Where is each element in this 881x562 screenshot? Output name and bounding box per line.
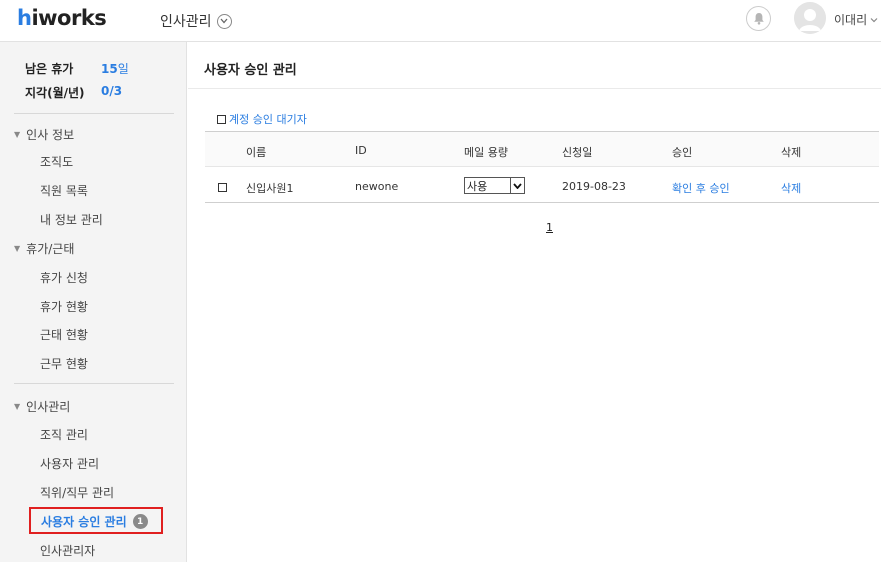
table-header: 이름 ID 메일 용량 신청일 승인 삭제 (205, 132, 879, 167)
sidebar-item-hr-manager[interactable]: 인사관리자 (40, 542, 95, 559)
sidebar-item-label: 사용자 승인 관리 (41, 515, 127, 529)
cell-date: 2019-08-23 (562, 180, 626, 193)
row-checkbox[interactable] (218, 183, 227, 192)
col-header-delete: 삭제 (781, 146, 802, 159)
sidebar-item-org-chart[interactable]: 조직도 (40, 153, 73, 170)
approve-link[interactable]: 확인 후 승인 (672, 180, 730, 196)
section-hr-admin[interactable]: ▼ 인사관리 (14, 398, 70, 415)
app-menu[interactable]: 인사관리 (160, 11, 232, 31)
page-title: 사용자 승인 관리 (204, 63, 297, 78)
col-header-name: 이름 (246, 146, 267, 159)
remaining-leave-stat: 남은 휴가 15일 (25, 60, 129, 77)
triangle-down-icon: ▼ (14, 130, 21, 139)
col-header-date: 신청일 (562, 146, 593, 159)
checkbox[interactable] (217, 114, 226, 124)
bell-icon (753, 13, 764, 25)
triangle-down-icon: ▼ (14, 244, 21, 253)
table-row: 신입사원1 newone 사용 2019-08-23 확인 후 승인 삭제 (205, 168, 879, 203)
sidebar-item-position-admin[interactable]: 직위/직무 관리 (40, 484, 114, 501)
select-value: 사용 (467, 179, 488, 193)
avatar[interactable] (794, 2, 826, 34)
sidebar-item-org-admin[interactable]: 조직 관리 (40, 426, 88, 443)
sidebar: 남은 휴가 15일 지각(월/년) 0/3 ▼ 인사 정보 조직도 직원 목록 … (0, 42, 187, 562)
notification-bell-button[interactable] (746, 6, 771, 31)
stat-unit: 일 (117, 62, 129, 76)
chevron-down-icon (216, 13, 232, 29)
section-label: 인사 정보 (26, 128, 75, 142)
delete-link[interactable]: 삭제 (781, 180, 801, 196)
mail-quota-select[interactable]: 사용 (464, 177, 525, 194)
section-label: 인사관리 (26, 400, 71, 414)
divider (188, 88, 881, 89)
hiworks-logo[interactable]: hiworks (17, 6, 107, 30)
user-menu[interactable]: 이대리 (834, 11, 878, 28)
section-leave-attendance[interactable]: ▼ 휴가/근태 (14, 240, 74, 257)
user-name: 이대리 (834, 13, 868, 27)
user-avatar-icon (794, 2, 826, 34)
section-label: 휴가/근태 (26, 242, 75, 256)
sidebar-item-user-approval[interactable]: 사용자 승인 관리 1 (29, 507, 163, 534)
triangle-down-icon: ▼ (14, 402, 21, 411)
section-hr-info[interactable]: ▼ 인사 정보 (14, 126, 74, 143)
sidebar-item-work-status[interactable]: 근무 현황 (40, 355, 88, 372)
stat-label: 남은 휴가 (25, 62, 74, 76)
sidebar-item-leave-request[interactable]: 휴가 신청 (40, 269, 88, 286)
logo-rest: iworks (31, 6, 107, 30)
col-header-mail: 메일 용량 (464, 146, 508, 159)
sidebar-item-user-admin[interactable]: 사용자 관리 (40, 455, 99, 472)
page-number[interactable]: 1 (546, 221, 553, 234)
sidebar-item-attendance-status[interactable]: 근태 현황 (40, 326, 88, 343)
col-header-id: ID (355, 144, 367, 157)
app-menu-label: 인사관리 (160, 14, 212, 30)
sidebar-item-my-info[interactable]: 내 정보 관리 (40, 211, 103, 228)
stat-value: 0/3 (101, 84, 123, 98)
top-header: hiworks 인사관리 이대리 (0, 0, 881, 42)
late-count-stat: 지각(월/년) 0/3 (25, 84, 122, 101)
sidebar-item-employee-list[interactable]: 직원 목록 (40, 182, 88, 199)
count-badge: 1 (132, 514, 148, 529)
logo-h: h (17, 6, 32, 30)
stat-value: 15 (101, 62, 118, 76)
col-header-approve: 승인 (672, 146, 693, 159)
dropdown-arrow-icon (510, 178, 524, 193)
pending-filter-checkbox[interactable]: 계정 승인 대기자 (217, 111, 307, 127)
chevron-down-icon (870, 17, 878, 22)
divider (14, 113, 174, 114)
cell-name: 신입사원1 (246, 182, 294, 195)
divider (14, 383, 174, 384)
sidebar-item-leave-status[interactable]: 휴가 현황 (40, 298, 88, 315)
filter-label: 계정 승인 대기자 (229, 113, 307, 126)
cell-id: newone (355, 180, 399, 193)
stat-label: 지각(월/년) (25, 86, 85, 100)
